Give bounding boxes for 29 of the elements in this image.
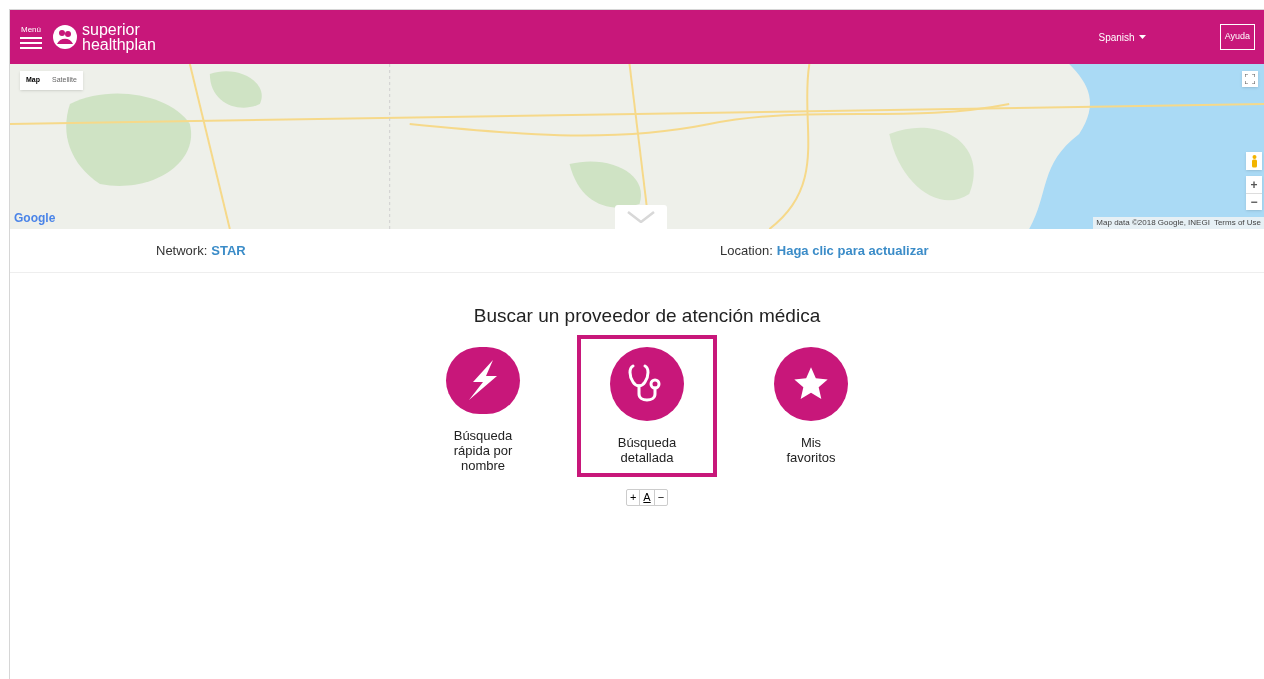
font-size-button[interactable]: A — [639, 489, 654, 505]
fullscreen-icon — [1245, 74, 1255, 84]
location-link[interactable]: Haga clic para actualizar — [776, 240, 929, 261]
network-label: Network: — [156, 241, 208, 260]
search-option[interactable]: Mis favoritos — [741, 334, 881, 477]
family-logo-icon — [52, 24, 78, 50]
zoom-out-button[interactable]: − — [1246, 193, 1262, 210]
search-option[interactable]: Búsqueda detallada — [577, 334, 717, 477]
pegman-button[interactable] — [1246, 152, 1262, 170]
map-provider-logo: Google — [14, 210, 56, 227]
person-icon — [1250, 154, 1258, 168]
zoom-in-button[interactable]: + — [1246, 176, 1262, 193]
section-title: Buscar un proveedor de atención médica — [473, 304, 821, 328]
menu-icon — [20, 36, 42, 49]
menu-button[interactable]: Menú — [20, 25, 42, 49]
network-value: STAR — [211, 241, 246, 260]
logo-text: superior healthplan — [82, 22, 156, 52]
collapse-tab[interactable] — [615, 205, 667, 229]
fullscreen-button[interactable] — [1242, 71, 1258, 87]
font-size-button[interactable]: − — [653, 489, 668, 505]
help-button[interactable]: Ayuda — [1219, 24, 1255, 50]
search-option[interactable]: Búsqueda rápida por nombre — [413, 334, 553, 477]
chevron-down-icon — [627, 211, 655, 223]
caret-icon — [1138, 35, 1146, 39]
font-size-button[interactable]: + — [626, 489, 640, 505]
language-dropdown[interactable]: Spanish — [1098, 29, 1146, 45]
map-attribution: Map data ©2018 Google, INEGI — [1096, 217, 1210, 229]
terms-link[interactable]: Terms of Use — [1213, 217, 1261, 229]
location-label: Location: — [720, 241, 773, 260]
